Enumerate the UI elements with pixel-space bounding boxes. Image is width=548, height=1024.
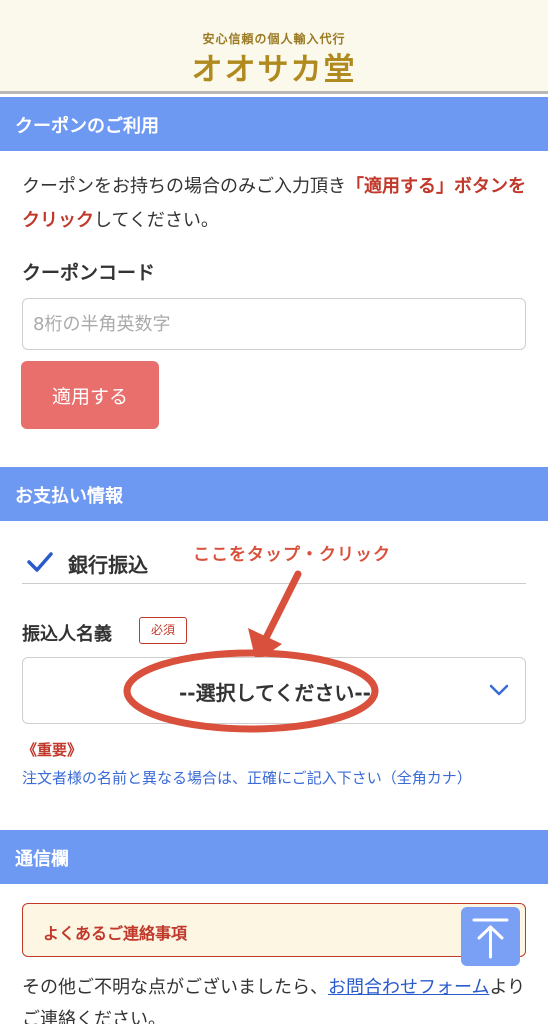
site-logo[interactable]: オオサカ堂 — [0, 44, 548, 89]
notice-text: 注文者様の名前と異なる場合は、正確にご記入下さい（全角カナ） — [22, 769, 472, 787]
site-header: 安心信頼の個人輸入代行 オオサカ堂 — [0, 0, 548, 94]
scroll-to-top-button[interactable] — [461, 907, 520, 966]
payer-name-notice: 《重要》注文者様の名前と異なる場合は、正確にご記入下さい（全角カナ） — [22, 736, 528, 792]
contact-guidance-text: その他ご不明な点がございましたら、 — [22, 977, 328, 998]
coupon-code-label: クーポンコード — [22, 262, 156, 284]
apply-coupon-button[interactable]: 適用する — [21, 361, 159, 429]
coupon-section-header: クーポンのご利用 — [0, 97, 548, 151]
notice-highlight: 《重要》 — [22, 741, 83, 759]
arrow-up-icon — [472, 918, 509, 959]
coupon-description: クーポンをお持ちの場合のみご入力頂き「適用する」ボタンをクリックしてください。 — [22, 170, 528, 238]
faq-accordion[interactable]: よくあるご連絡事項 — [22, 903, 526, 957]
highlight-ellipse-annotation — [123, 649, 379, 733]
inquiry-form-link[interactable]: お問合わせフォーム — [328, 977, 489, 998]
required-badge: 必須 — [139, 617, 187, 644]
coupon-description-tail: してください。 — [94, 210, 219, 231]
message-section-header: 通信欄 — [0, 830, 548, 884]
contact-guidance: その他ご不明な点がございましたら、お問合わせフォームよりご連絡ください。 — [22, 972, 528, 1024]
payment-section-header: お支払い情報 — [0, 467, 548, 521]
faq-accordion-title: よくあるご連絡事項 — [43, 924, 188, 943]
chevron-down-icon — [489, 684, 509, 696]
payer-name-label: 振込人名義 — [22, 624, 112, 645]
coupon-code-input[interactable] — [22, 298, 526, 350]
tap-here-annotation: ここをタップ・クリック — [193, 545, 391, 565]
payment-method-label: 銀行振込 — [68, 553, 148, 577]
check-icon — [27, 552, 53, 572]
coupon-description-text: クーポンをお持ちの場合のみご入力頂き — [22, 176, 346, 197]
